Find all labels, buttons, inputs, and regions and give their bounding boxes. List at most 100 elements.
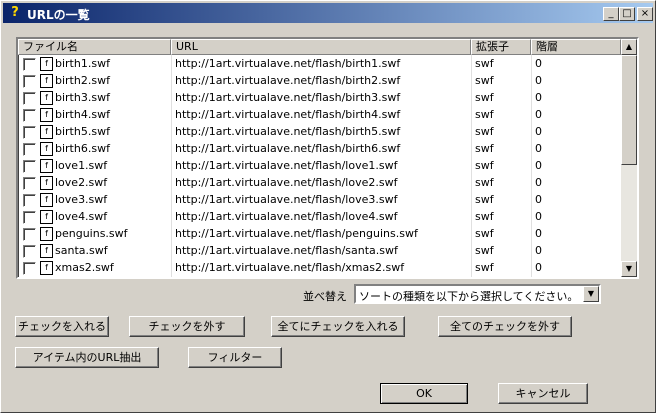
row-checkbox[interactable] [23, 160, 36, 173]
close-button[interactable]: × [637, 7, 653, 21]
row-checkbox[interactable] [23, 92, 36, 105]
row-url: http://1art.virtualave.net/flash/birth4.… [175, 108, 401, 121]
file-icon: f [40, 210, 53, 224]
sort-label: 並べ替え [303, 290, 347, 303]
extract-urls-button[interactable]: アイテム内のURL抽出 [15, 347, 159, 368]
row-level: 0 [535, 74, 542, 87]
maximize-button[interactable]: □ [619, 7, 635, 21]
row-extension: swf [475, 159, 494, 172]
row-filename: birth2.swf [55, 74, 110, 87]
list-item[interactable]: f birth4.swf http://1art.virtualave.net/fl… [18, 106, 621, 123]
row-checkbox[interactable] [23, 211, 36, 224]
filter-button[interactable]: フィルター [188, 347, 282, 368]
file-icon: f [40, 57, 53, 71]
row-filename: love3.swf [55, 193, 108, 206]
window-title: URLの一覧 [27, 8, 90, 22]
column-header-level[interactable]: 階層 [531, 39, 621, 55]
file-icon: f [40, 159, 53, 173]
row-level: 0 [535, 108, 542, 121]
row-filename: santa.swf [55, 244, 108, 257]
scroll-up-icon[interactable]: ▲ [621, 39, 637, 55]
row-level: 0 [535, 91, 542, 104]
row-extension: swf [475, 74, 494, 87]
row-url: http://1art.virtualave.net/flash/xmas2.s… [175, 261, 405, 274]
list-item[interactable]: f love1.swf http://1art.virtualave.net/fla… [18, 157, 621, 174]
uncheck-selected-button[interactable]: チェックを外す [129, 316, 245, 337]
row-url: http://1art.virtualave.net/flash/love4.s… [175, 210, 398, 223]
check-all-button[interactable]: 全てにチェックを入れる [271, 316, 405, 337]
list-item[interactable]: f penguins.swf http://1art.virtualave.net/… [18, 225, 621, 242]
row-url: http://1art.virtualave.net/flash/love2.s… [175, 176, 398, 189]
row-url: http://1art.virtualave.net/flash/birth5.… [175, 125, 401, 138]
row-url: http://1art.virtualave.net/flash/santa.s… [175, 244, 398, 257]
file-icon: f [40, 193, 53, 207]
row-url: http://1art.virtualave.net/flash/birth6.… [175, 142, 401, 155]
row-extension: swf [475, 108, 494, 121]
row-checkbox[interactable] [23, 245, 36, 258]
row-filename: birth6.swf [55, 142, 110, 155]
row-extension: swf [475, 210, 494, 223]
title-bar[interactable]: ? URLの一覧 _ □ × [3, 3, 653, 23]
row-checkbox[interactable] [23, 228, 36, 241]
row-extension: swf [475, 176, 494, 189]
row-extension: swf [475, 261, 494, 274]
row-filename: love4.swf [55, 210, 108, 223]
list-item[interactable]: f xmas2.swf http://1art.virtualave.net/fla… [18, 259, 621, 276]
column-header-url[interactable]: URL [171, 39, 471, 55]
list-item[interactable]: f love4.swf http://1art.virtualave.net/fla… [18, 208, 621, 225]
cancel-button[interactable]: キャンセル [498, 383, 588, 404]
row-filename: love2.swf [55, 176, 108, 189]
list-item[interactable]: f santa.swf http://1art.virtualave.net/fla… [18, 242, 621, 259]
row-url: http://1art.virtualave.net/flash/love3.s… [175, 193, 398, 206]
row-url: http://1art.virtualave.net/flash/birth1.… [175, 57, 401, 70]
row-filename: birth3.swf [55, 91, 110, 104]
check-selected-button[interactable]: チェックを入れる [15, 316, 109, 337]
column-header-extension[interactable]: 拡張子 [471, 39, 531, 55]
file-icon: f [40, 176, 53, 190]
file-icon: f [40, 244, 53, 258]
list-item[interactable]: f love3.swf http://1art.virtualave.net/fla… [18, 191, 621, 208]
minimize-button[interactable]: _ [603, 7, 619, 21]
row-filename: penguins.swf [55, 227, 128, 240]
file-icon: f [40, 142, 53, 156]
row-extension: swf [475, 57, 494, 70]
row-filename: birth1.swf [55, 57, 110, 70]
row-checkbox[interactable] [23, 58, 36, 71]
row-checkbox[interactable] [23, 177, 36, 190]
url-list[interactable]: ファイル名 URL 拡張子 階層 f birth1.swf http://1art.… [16, 37, 639, 279]
row-url: http://1art.virtualave.net/flash/birth2.… [175, 74, 401, 87]
chevron-down-icon[interactable]: ▼ [583, 286, 599, 302]
list-item[interactable]: f birth6.swf http://1art.virtualave.net/fl… [18, 140, 621, 157]
uncheck-all-button[interactable]: 全てのチェックを外す [438, 316, 572, 337]
row-checkbox[interactable] [23, 126, 36, 139]
list-item[interactable]: f love2.swf http://1art.virtualave.net/fla… [18, 174, 621, 191]
row-level: 0 [535, 227, 542, 240]
list-item[interactable]: f birth5.swf http://1art.virtualave.net/fl… [18, 123, 621, 140]
sort-select[interactable]: ソートの種類を以下から選択してください。 ▼ [354, 284, 601, 304]
scroll-down-icon[interactable]: ▼ [621, 261, 637, 277]
row-checkbox[interactable] [23, 109, 36, 122]
row-extension: swf [475, 91, 494, 104]
list-item[interactable]: f birth3.swf http://1art.virtualave.net/fl… [18, 89, 621, 106]
row-checkbox[interactable] [23, 75, 36, 88]
row-url: http://1art.virtualave.net/flash/love1.s… [175, 159, 398, 172]
ok-button[interactable]: OK [380, 383, 468, 404]
list-item[interactable]: f birth2.swf http://1art.virtualave.net/fl… [18, 72, 621, 89]
row-checkbox[interactable] [23, 262, 36, 275]
row-checkbox[interactable] [23, 143, 36, 156]
url-list-dialog: ? URLの一覧 _ □ × ファイル名 URL 拡張子 階層 f birth1.… [0, 0, 656, 413]
vertical-scrollbar[interactable]: ▲ ▼ [621, 39, 637, 277]
row-level: 0 [535, 159, 542, 172]
list-item[interactable]: f birth1.swf http://1art.virtualave.net/fl… [18, 55, 621, 72]
file-icon: f [40, 261, 53, 275]
row-filename: birth4.swf [55, 108, 110, 121]
row-extension: swf [475, 193, 494, 206]
row-level: 0 [535, 210, 542, 223]
scroll-thumb[interactable] [621, 55, 637, 165]
row-extension: swf [475, 244, 494, 257]
row-checkbox[interactable] [23, 194, 36, 207]
file-icon: f [40, 91, 53, 105]
row-level: 0 [535, 261, 542, 274]
row-filename: love1.swf [55, 159, 108, 172]
column-header-filename[interactable]: ファイル名 [18, 39, 171, 55]
